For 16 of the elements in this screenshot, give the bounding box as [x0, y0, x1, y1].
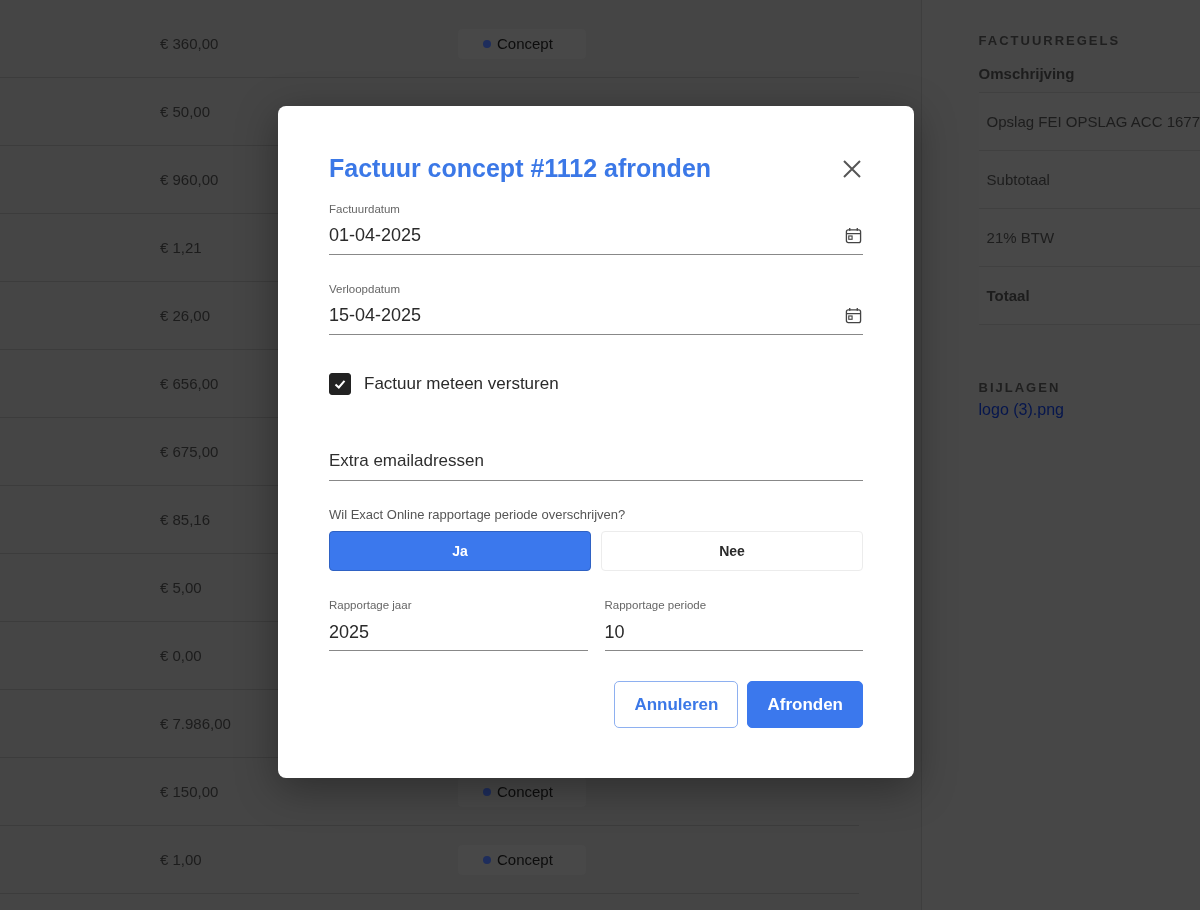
option-button[interactable]: Ja	[329, 531, 591, 571]
finish-button[interactable]: Afronden	[747, 681, 863, 728]
question-text: Wil Exact Online rapportage periode overschrijven?	[329, 507, 627, 522]
field-label: Factuurdatum	[329, 203, 401, 215]
field-label: Rapportage periode	[604, 599, 708, 611]
dialog-title: Factuur concept #1112 afronden	[329, 154, 712, 183]
close-icon[interactable]	[842, 158, 862, 179]
calendar-icon[interactable]	[845, 307, 862, 324]
checkbox-label: Factuur meteen versturen	[364, 374, 559, 394]
option-button[interactable]: Nee	[601, 531, 863, 571]
field-label: Verloopdatum	[329, 283, 401, 295]
field-label: Rapportage jaar	[329, 599, 413, 611]
cancel-button[interactable]: Annuleren	[614, 681, 739, 728]
checkbox[interactable]	[329, 373, 351, 395]
check-icon	[333, 377, 347, 391]
calendar-icon[interactable]	[845, 227, 862, 244]
